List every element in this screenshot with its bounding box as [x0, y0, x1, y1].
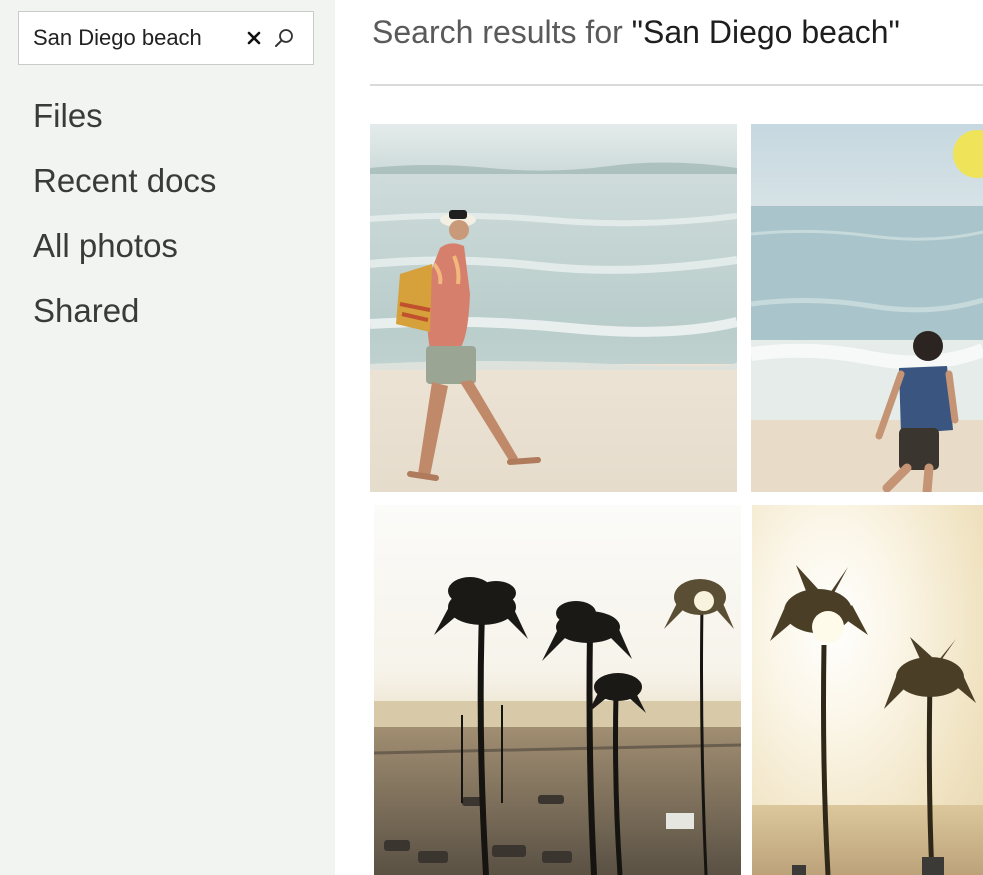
photo-child-running[interactable]: [751, 124, 983, 492]
page-title: Search results for "San Diego beach": [372, 14, 900, 51]
nav-item-files[interactable]: Files: [33, 95, 216, 160]
photo-woman-walking[interactable]: [370, 124, 737, 492]
close-icon[interactable]: [239, 23, 269, 53]
nav-item-recent-docs[interactable]: Recent docs: [33, 160, 216, 225]
page-title-prefix: Search results for: [372, 14, 632, 50]
photo-palm-sunset[interactable]: [374, 505, 741, 875]
sidebar: Files Recent docs All photos Shared: [0, 0, 335, 875]
nav-item-shared[interactable]: Shared: [33, 290, 216, 355]
search-box: [18, 11, 314, 65]
photo-palm-sun[interactable]: [752, 505, 983, 875]
search-input[interactable]: [33, 25, 239, 51]
title-divider: [370, 84, 983, 86]
page-title-query: "San Diego beach": [631, 14, 900, 50]
search-icon[interactable]: [269, 23, 299, 53]
nav-list: Files Recent docs All photos Shared: [33, 95, 216, 355]
nav-item-all-photos[interactable]: All photos: [33, 225, 216, 290]
